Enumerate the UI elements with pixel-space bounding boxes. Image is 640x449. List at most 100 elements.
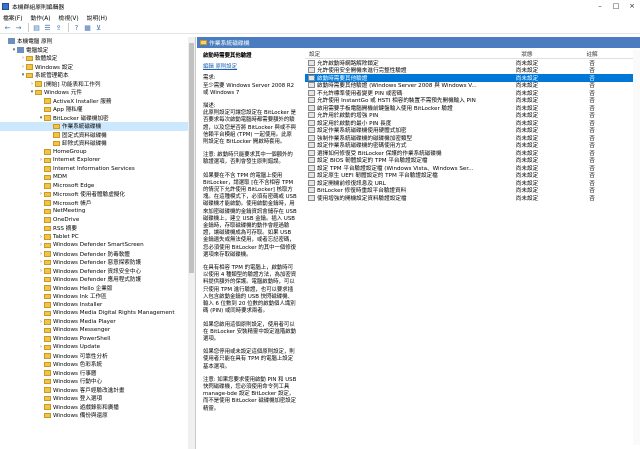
folder-icon: [44, 157, 51, 163]
column-header-setting[interactable]: 設定: [305, 50, 497, 58]
tree-item[interactable]: › Windows Defender SmartScreen: [0, 241, 195, 250]
tree-item[interactable]: › Microsoft 使用者體驗虛擬化: [0, 190, 195, 199]
tree-item-label: Windows 元件: [44, 90, 82, 97]
tree-item[interactable]: Microsoft 帳戶: [0, 199, 195, 208]
column-header-state[interactable]: 狀態: [497, 50, 557, 58]
back-arrow-icon[interactable]: ←: [3, 23, 12, 32]
tree-item[interactable]: Windows Installer: [0, 301, 195, 310]
menu-view[interactable]: 檢視(V): [59, 13, 79, 22]
filter-icon[interactable]: ⊻: [94, 23, 103, 32]
tree-item[interactable]: Windows 客戶經驗改進計畫: [0, 386, 195, 395]
tree-item[interactable]: ▾ BitLocker 磁碟機加密: [0, 114, 195, 123]
tree-item[interactable]: Microsoft Edge: [0, 182, 195, 191]
folder-icon: [26, 64, 33, 70]
tree-item-label: 系統管理範本: [35, 73, 69, 80]
setting-row[interactable]: 使用增強的開機設定資料驗證設定檔 尚未設定 否: [305, 194, 640, 202]
close-button[interactable]: ×: [624, 0, 640, 12]
tree-item[interactable]: RSS 摘要: [0, 224, 195, 233]
tree-item[interactable]: 作業系統磁碟機: [0, 122, 195, 131]
tree-item-label: Windows Update: [53, 344, 101, 351]
tree-item[interactable]: › 軟體設定: [0, 54, 195, 63]
tree-item[interactable]: › Tablet PC: [0, 233, 195, 242]
folder-icon: [44, 395, 51, 401]
menu-action[interactable]: 動作(A): [30, 13, 50, 22]
tree-item-label: NetMeeting: [53, 208, 86, 215]
tree-item[interactable]: › Windows Defender 惡意探索防護: [0, 258, 195, 267]
list-scrollbar[interactable]: [633, 50, 640, 445]
policy-setting-icon: [308, 89, 315, 96]
forward-arrow-icon[interactable]: →: [14, 23, 23, 32]
tree-item[interactable]: Windows Defender 應用程式防護: [0, 275, 195, 284]
tree-item-label: Internet Explorer: [53, 157, 101, 164]
tree-item[interactable]: › Windows Defender 資訊安全中心: [0, 267, 195, 276]
folder-icon: [44, 234, 51, 240]
column-header-comment[interactable]: 註解: [557, 50, 627, 58]
properties-icon[interactable]: ▦: [83, 23, 92, 32]
tree-item[interactable]: NetMeeting: [0, 207, 195, 216]
tree-item-label: Windows Installer: [53, 301, 103, 308]
export-list-icon[interactable]: ⇪: [54, 23, 63, 32]
tree-item[interactable]: 固定式資料磁碟機: [0, 131, 195, 140]
policy-setting-icon: [308, 67, 315, 74]
help-icon[interactable]: ?: [72, 23, 81, 32]
tree-item[interactable]: 卸除式資料磁碟機: [0, 139, 195, 148]
tree-item[interactable]: 本機電腦 原則: [0, 37, 195, 46]
tree-item[interactable]: MDM: [0, 173, 195, 182]
tree-item-label: Windows Defender 防毒軟體: [53, 251, 130, 258]
tree-item[interactable]: Windows 備份與還原: [0, 411, 195, 420]
tree-item[interactable]: Windows Media Digital Rights Management: [0, 309, 195, 318]
folder-icon: [44, 353, 51, 359]
tree-item[interactable]: Windows Hello 企業版: [0, 284, 195, 293]
list-view-icon[interactable]: ☰: [43, 23, 52, 32]
tree-item[interactable]: Windows 遊戲錄影和廣播: [0, 403, 195, 412]
folder-icon: [44, 336, 51, 342]
folder-icon: [53, 132, 60, 138]
tree-item[interactable]: Windows 可靠性分析: [0, 352, 195, 361]
policy-setting-icon: [308, 104, 315, 111]
menu-help[interactable]: 說明(H): [87, 13, 107, 22]
tree-item-label: Windows Media Player: [53, 318, 116, 325]
tree-item[interactable]: OneDrive: [0, 216, 195, 225]
tree-item[interactable]: › Windows Defender 防毒軟體: [0, 250, 195, 259]
policy-setting-icon: [308, 172, 315, 179]
edit-policy-link[interactable]: 編輯 原則設定: [203, 64, 297, 71]
folder-icon: [44, 200, 51, 206]
menu-file[interactable]: 檔案(F): [3, 13, 22, 22]
tree-item[interactable]: Windows 行事曆: [0, 369, 195, 378]
maximize-button[interactable]: □: [608, 0, 624, 12]
policy-setting-icon: [308, 149, 315, 156]
tree-item[interactable]: Windows 色彩系統: [0, 360, 195, 369]
tree-item-label: ActiveX Installer 服務: [53, 98, 112, 105]
tree-item-label: 軟體設定: [35, 56, 58, 63]
tree-item[interactable]: ActiveX Installer 服務: [0, 97, 195, 106]
folder-icon: [44, 259, 51, 265]
tree-item[interactable]: Windows Messenger: [0, 326, 195, 335]
policy-setting-icon: [308, 187, 315, 194]
tree-item[interactable]: › Windows 設定: [0, 63, 195, 72]
tree-item[interactable]: Windows Ink 工作區: [0, 292, 195, 301]
tree-item[interactable]: App 隱私權: [0, 105, 195, 114]
tree-scrollbar[interactable]: [188, 37, 195, 449]
tree-item[interactable]: Internet Information Services: [0, 165, 195, 174]
tree-item[interactable]: Windows PowerShell: [0, 335, 195, 344]
tree-item[interactable]: › [開始] 功能表和工作列: [0, 80, 195, 89]
tree-item[interactable]: › Windows Update: [0, 343, 195, 352]
tree-item[interactable]: Windows 登入選項: [0, 394, 195, 403]
folder-icon: [44, 310, 51, 316]
tree-item[interactable]: ▾ Windows 元件: [0, 88, 195, 97]
policy-setting-icon: [308, 97, 315, 104]
tree-scrollbar-thumb[interactable]: [189, 43, 194, 273]
tree-item[interactable]: › Windows Media Player: [0, 318, 195, 327]
toolbar-separator: [28, 23, 29, 32]
show-tree-icon[interactable]: ▤: [32, 23, 41, 32]
tree-item[interactable]: › Internet Explorer: [0, 156, 195, 165]
tree-item-label: Microsoft 帳戶: [53, 200, 92, 207]
tree-item[interactable]: HomeGroup: [0, 148, 195, 157]
details-header-title: 作業系統磁碟機: [209, 41, 250, 47]
tree-item[interactable]: ▾ 電腦設定: [0, 46, 195, 55]
minimize-button[interactable]: –: [592, 0, 608, 12]
tree-item-label: BitLocker 磁碟機加密: [53, 115, 109, 122]
tree-item[interactable]: Windows 行動中心: [0, 377, 195, 386]
tree-item[interactable]: ▾ 系統管理範本: [0, 71, 195, 80]
menu-bar: 檔案(F) 動作(A) 檢視(V) 說明(H): [0, 12, 640, 22]
